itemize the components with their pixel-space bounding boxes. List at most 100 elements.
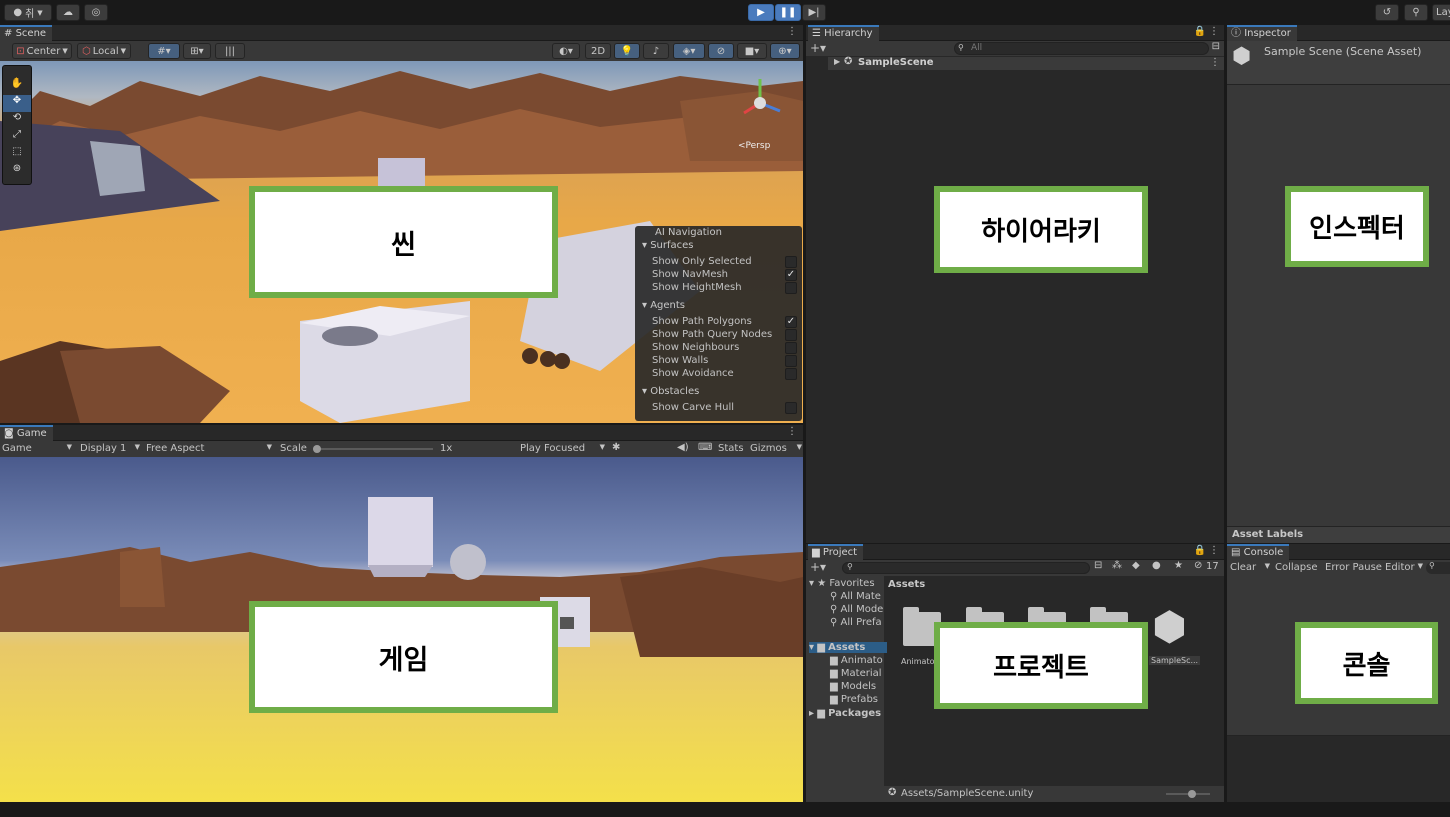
show-avoidance-checkbox[interactable] <box>785 368 797 380</box>
scale-slider-handle[interactable] <box>313 445 321 453</box>
error-pause-button[interactable]: Error Pause <box>1325 562 1382 573</box>
audio-icon[interactable]: ◀) <box>677 442 689 453</box>
scale-tool-icon[interactable]: ⤢ <box>3 129 31 146</box>
project-search-input[interactable]: ⚲ <box>842 562 1090 574</box>
hierarchy-search-input[interactable]: ⚲ All <box>954 42 1209 55</box>
show-path-query-nodes-checkbox[interactable] <box>785 329 797 341</box>
transform-tool-icon[interactable]: ⊛ <box>3 163 31 180</box>
gizmos-dropdown[interactable]: ⊕▾ <box>770 43 800 59</box>
list-icon: ☰ <box>812 28 821 39</box>
gizmos-dropdown[interactable]: Gizmos ▼ <box>750 443 802 454</box>
clear-dropdown[interactable]: Clear ▼ <box>1230 562 1270 573</box>
project-breadcrumb[interactable]: Assets <box>888 579 925 590</box>
audio-button[interactable]: ♪ <box>643 43 669 59</box>
obstacles-foldout[interactable]: ▾ Obstacles <box>642 386 699 397</box>
packages-foldout[interactable]: ▸ ▆ Packages <box>809 708 881 719</box>
show-heightmesh-checkbox[interactable] <box>785 282 797 294</box>
account-button[interactable]: ● 취 ▼ <box>4 4 52 21</box>
lock-icon[interactable]: 🔒 <box>1194 545 1206 556</box>
show-only-selected-checkbox[interactable] <box>785 256 797 268</box>
collab-button[interactable]: ◎ <box>84 4 108 21</box>
hierarchy-scene-row[interactable]: ▶ ✪ SampleScene ⋮ <box>828 56 1224 70</box>
slider-handle[interactable] <box>1188 790 1196 798</box>
game-mode-dropdown[interactable]: Game ▼ <box>2 443 72 454</box>
scale-slider[interactable] <box>313 445 433 453</box>
star-icon[interactable]: ★ <box>1174 560 1183 571</box>
kebab-menu-icon[interactable]: ⋮ <box>1209 545 1219 556</box>
aspect-dropdown[interactable]: Free Aspect ▼ <box>146 443 272 454</box>
show-path-polygons-checkbox[interactable]: ✓ <box>785 316 797 328</box>
asset-folder[interactable]: ▆ Animato <box>830 655 883 666</box>
move-tool-icon[interactable]: ✥ <box>3 95 31 112</box>
effects-dropdown[interactable]: ◈▾ <box>673 43 705 59</box>
add-icon[interactable]: +▾ <box>810 560 826 574</box>
kebab-menu-icon[interactable]: ⋮ <box>1209 26 1219 37</box>
asset-folder[interactable]: ▆ Prefabs <box>830 694 878 705</box>
fav-item[interactable]: ⚲ All Mate <box>830 591 881 602</box>
tab-inspector[interactable]: ⓘ Inspector <box>1227 25 1297 41</box>
filter-icon[interactable]: ⁂ <box>1112 560 1122 571</box>
asset-folder[interactable]: ▆ Models <box>830 681 876 692</box>
fav-item[interactable]: ⚲ All Prefa <box>830 617 882 628</box>
assets-foldout[interactable]: ▾ ▆ Assets <box>809 642 887 653</box>
draw-mode-dropdown[interactable]: ◐▾ <box>552 43 580 59</box>
play-button[interactable]: ▶ <box>748 4 774 21</box>
agents-foldout[interactable]: ▾ Agents <box>642 300 685 311</box>
search-button[interactable]: ⚲ <box>1404 4 1428 21</box>
pivot-dropdown[interactable]: ⊡ Center ▼ <box>12 43 72 59</box>
stats-button[interactable]: Stats <box>718 443 744 454</box>
align-button[interactable]: ||| <box>215 43 245 59</box>
show-walls-checkbox[interactable] <box>785 355 797 367</box>
favorites-foldout[interactable]: ▾ ★ Favorites <box>809 578 875 589</box>
kebab-menu-icon[interactable]: ⋮ <box>1210 57 1220 68</box>
warning-icon[interactable]: ● <box>1152 560 1161 571</box>
tab-hierarchy[interactable]: ☰ Hierarchy <box>808 25 879 41</box>
history-button[interactable]: ↺ <box>1375 4 1399 21</box>
hidden-packages-icon[interactable]: ⊘ <box>1194 560 1202 571</box>
show-navmesh-checkbox[interactable]: ✓ <box>785 269 797 281</box>
icon-size-slider[interactable] <box>1166 790 1210 798</box>
show-neighbours-checkbox[interactable] <box>785 342 797 354</box>
space-dropdown[interactable]: ⬡ Local ▼ <box>77 43 131 59</box>
add-icon[interactable]: +▾ <box>810 41 826 55</box>
grid-snap-button[interactable]: #▾ <box>148 43 180 59</box>
persp-label[interactable]: <Persp <box>738 141 770 151</box>
orientation-gizmo[interactable]: <Persp <box>738 73 786 151</box>
unity-scene-asset[interactable]: ⬢ SampleSc... <box>1149 604 1201 666</box>
tab-project[interactable]: ▆ Project <box>808 544 864 560</box>
play-mode-dropdown[interactable]: Play Focused ▼ <box>520 443 605 454</box>
fav-item[interactable]: ⚲ All Mode <box>830 604 883 615</box>
label-icon[interactable]: ◆ <box>1132 560 1140 571</box>
lighting-button[interactable]: 💡 <box>614 43 640 59</box>
bug-icon[interactable]: ✱ <box>612 442 620 453</box>
editor-dropdown[interactable]: Editor ▼ <box>1385 562 1423 573</box>
kebab-menu-icon[interactable]: ⋮ <box>787 426 797 437</box>
increment-snap-button[interactable]: ⊞▾ <box>183 43 211 59</box>
console-search-input[interactable]: ⚲ <box>1426 561 1450 574</box>
surfaces-foldout[interactable]: ▾ Surfaces <box>642 240 694 251</box>
display-dropdown[interactable]: Display 1 ▼ <box>80 443 140 454</box>
show-carve-hull-checkbox[interactable] <box>785 402 797 414</box>
asset-labels-header[interactable]: Asset Labels <box>1227 526 1450 543</box>
cloud-button[interactable]: ☁ <box>56 4 80 21</box>
search-options-icon[interactable]: ⊟ <box>1212 41 1220 52</box>
mode-2d-button[interactable]: 2D <box>585 43 611 59</box>
foldout-arrow-icon[interactable]: ▶ <box>834 57 840 66</box>
visibility-button[interactable]: ⊘ <box>708 43 734 59</box>
search-by-type-icon[interactable]: ⊟ <box>1094 560 1102 571</box>
tab-console[interactable]: ▤ Console <box>1227 544 1290 560</box>
rect-tool-icon[interactable]: ⬚ <box>3 146 31 163</box>
layout-dropdown[interactable]: Lay <box>1432 4 1450 21</box>
step-button[interactable]: ▶| <box>802 4 826 21</box>
rotate-tool-icon[interactable]: ⟲ <box>3 112 31 129</box>
collapse-button[interactable]: Collapse <box>1275 562 1318 573</box>
lock-icon[interactable]: 🔒 <box>1194 26 1206 37</box>
tab-game[interactable]: ◙ Game <box>0 425 53 441</box>
pause-button[interactable]: ❚❚ <box>775 4 801 21</box>
hand-tool-icon[interactable]: ✋ <box>3 78 31 95</box>
camera-dropdown[interactable]: ■▾ <box>737 43 767 59</box>
tab-scene[interactable]: # Scene <box>0 25 53 41</box>
kebab-menu-icon[interactable]: ⋮ <box>787 26 797 37</box>
keyboard-icon[interactable]: ⌨ <box>698 442 712 453</box>
asset-folder[interactable]: ▆ Material <box>830 668 882 679</box>
